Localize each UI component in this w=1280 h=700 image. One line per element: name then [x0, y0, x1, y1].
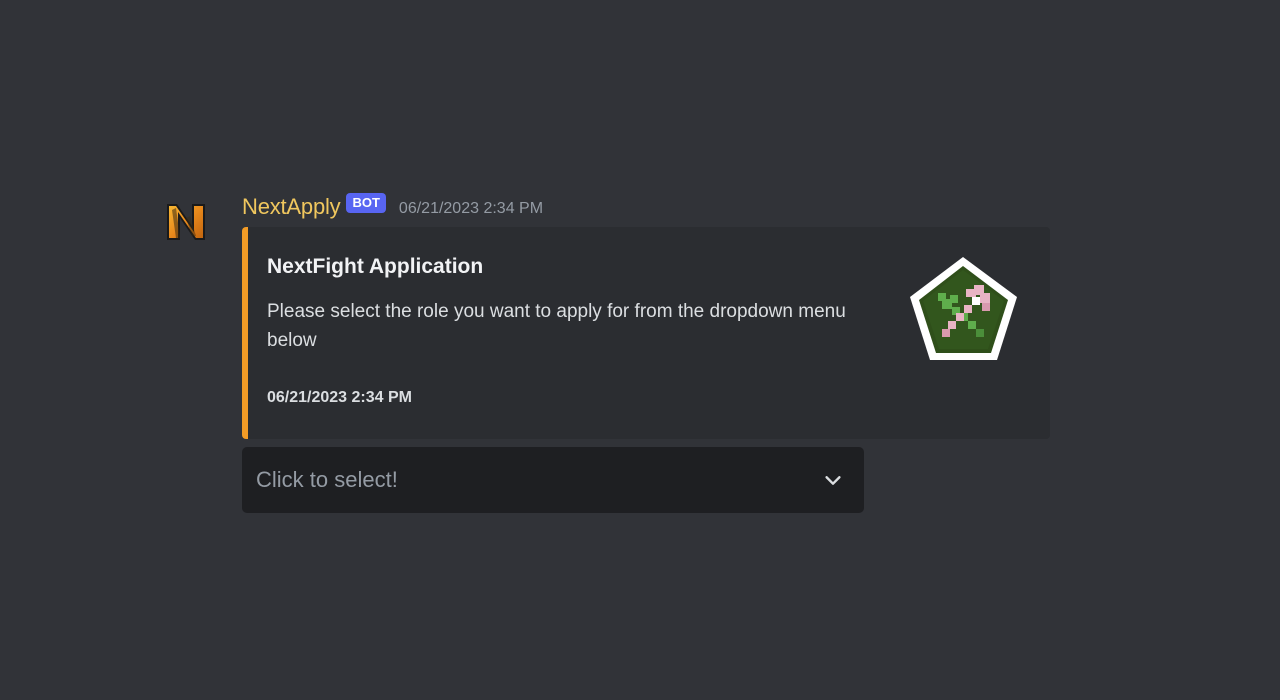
username[interactable]: NextApply	[242, 194, 341, 220]
embed-thumbnail[interactable]	[908, 255, 1024, 367]
crossed-tools-pentagon-icon	[910, 257, 1017, 360]
embed-description: Please select the role you want to apply…	[267, 301, 846, 351]
chevron-down-icon	[825, 476, 841, 485]
avatar[interactable]	[164, 200, 208, 244]
nextapply-logo-icon	[167, 204, 205, 240]
embed-title: NextFight Application	[267, 255, 484, 278]
message-timestamp: 06/21/2023 2:34 PM	[398, 200, 544, 217]
embed-footer-timestamp: 06/21/2023 2:34 PM	[267, 389, 412, 406]
chat-view: NextApply BOT 06/21/2023 2:34 PM NextFig…	[0, 0, 1280, 700]
embed: NextFight Application Please select the …	[242, 227, 1050, 439]
select-placeholder: Click to select!	[256, 467, 398, 492]
role-select-menu[interactable]: Click to select!	[242, 447, 864, 513]
bot-tag: BOT	[346, 193, 386, 213]
message-header: NextApply BOT 06/21/2023 2:34 PM	[242, 192, 543, 222]
